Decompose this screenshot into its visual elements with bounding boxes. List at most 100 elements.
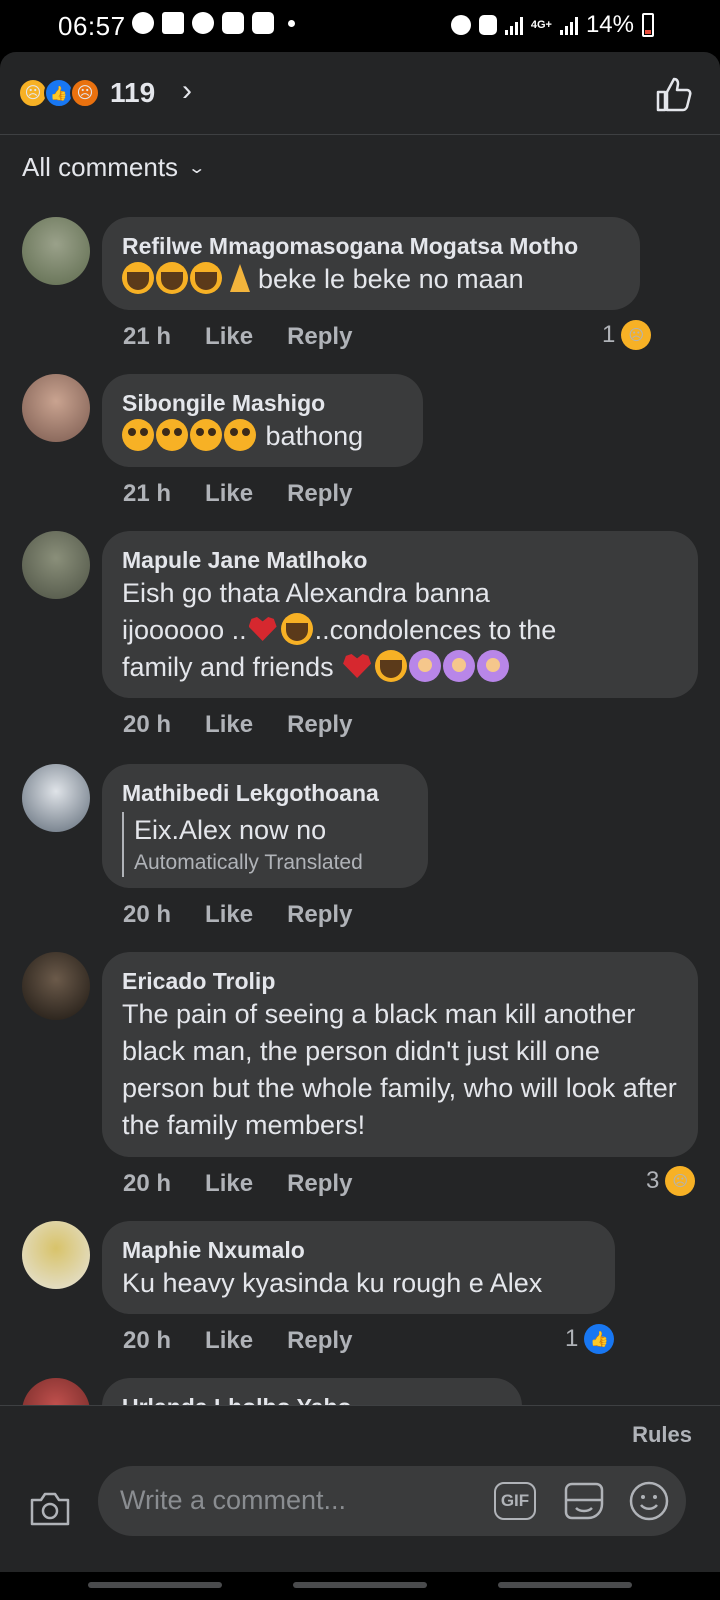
broken-heart-icon: [247, 613, 279, 645]
comment-bubble[interactable]: Refilwe Mmagomasogana Mogatsa Motho beke…: [102, 217, 640, 310]
calendar-icon: [222, 12, 244, 34]
reply-button[interactable]: Reply: [287, 711, 352, 739]
reply-button[interactable]: Reply: [287, 1170, 352, 1198]
comment-item: Maphie Nxumalo Ku heavy kyasinda ku roug…: [0, 1221, 720, 1378]
reaction-count: 1: [602, 321, 616, 348]
battery-icon: [642, 13, 654, 37]
comment-reactions[interactable]: 3 ☹: [646, 1166, 696, 1196]
comment-author[interactable]: Urlanda Lholbo Yabo: [122, 1392, 502, 1405]
comment-text: Ku heavy kyasinda ku rough e Alex: [122, 1268, 543, 1298]
comment-list: Refilwe Mmagomasogana Mogatsa Motho beke…: [0, 217, 720, 1405]
avatar[interactable]: [22, 217, 90, 285]
comment-bubble[interactable]: Ericado Trolip The pain of seeing a blac…: [102, 952, 698, 1157]
comment-composer: Write a comment... GIF: [0, 1462, 720, 1552]
comment-line: family and friends: [122, 649, 678, 686]
comment-actions: 20 h Like Reply: [123, 901, 352, 929]
comment-text: bathong: [122, 418, 403, 455]
chevron-right-icon[interactable]: ›: [182, 74, 192, 108]
comment-bubble[interactable]: Maphie Nxumalo Ku heavy kyasinda ku roug…: [102, 1221, 615, 1314]
reply-button[interactable]: Reply: [287, 323, 352, 351]
avatar[interactable]: [22, 764, 90, 832]
camera-icon[interactable]: [28, 1488, 72, 1528]
divider: [0, 1405, 720, 1406]
comment-author[interactable]: Refilwe Mmagomasogana Mogatsa Motho: [122, 231, 620, 261]
reaction-count: 3: [646, 1167, 660, 1194]
comment-author[interactable]: Maphie Nxumalo: [122, 1235, 595, 1265]
crying-emoji-icon: [375, 650, 408, 682]
rules-link[interactable]: Rules: [632, 1422, 692, 1448]
comment-input[interactable]: Write a comment... GIF: [98, 1466, 686, 1536]
avatar[interactable]: [22, 531, 90, 599]
comment-text: The pain of seeing a black man kill anot…: [122, 999, 677, 1140]
auto-translated-note[interactable]: Automatically Translated: [134, 849, 408, 877]
comment-actions: 20 h Like Reply: [123, 711, 352, 739]
like-button[interactable]: Like: [205, 711, 253, 739]
comment-time: 20 h: [123, 711, 172, 738]
comment-input-placeholder: Write a comment...: [120, 1485, 347, 1515]
comment-time: 21 h: [123, 480, 172, 507]
comment-filter[interactable]: All comments ⌄: [22, 152, 207, 183]
comment-bubble[interactable]: Mathibedi Lekgothoana Eix.Alex now no Au…: [102, 764, 428, 888]
like-button[interactable]: Like: [205, 1327, 253, 1355]
gif-button[interactable]: GIF: [494, 1482, 536, 1520]
system-nav-bar: [0, 1572, 720, 1600]
comment-author[interactable]: Ericado Trolip: [122, 966, 678, 996]
avatar[interactable]: [22, 1221, 90, 1289]
comment-text-part: ..condolences to the: [314, 615, 557, 645]
comment-bubble[interactable]: Urlanda Lholbo Yabo: [102, 1378, 522, 1405]
sync-icon: [132, 12, 154, 34]
comment-text-part: family and friends: [122, 652, 342, 682]
reaction-count: 1: [565, 1325, 579, 1352]
like-button[interactable]: Like: [205, 323, 253, 351]
comment-text: Eish go thata Alexandra banna ijoooooo .…: [122, 575, 678, 686]
avatar[interactable]: [22, 1378, 90, 1405]
comment-time: 21 h: [123, 323, 172, 350]
comment-text: Eix.Alex now no: [134, 815, 327, 845]
like-button[interactable]: Like: [205, 480, 253, 508]
comment-time: 20 h: [123, 1170, 172, 1197]
chevron-down-icon: ⌄: [187, 159, 207, 177]
reply-button[interactable]: Reply: [287, 1327, 352, 1355]
like-button[interactable]: Like: [205, 1170, 253, 1198]
reactions-header[interactable]: ☹ 👍 ☹ 119 ›: [0, 52, 720, 135]
person-gesturing-icon: [443, 650, 476, 682]
comment-item: Urlanda Lholbo Yabo: [0, 1378, 720, 1405]
comment-item: Mapule Jane Matlhoko Eish go thata Alexa…: [0, 531, 720, 764]
comment-author[interactable]: Mathibedi Lekgothoana: [122, 778, 408, 808]
translated-block: Eix.Alex now no Automatically Translated: [122, 812, 408, 877]
comment-item: Mathibedi Lekgothoana Eix.Alex now no Au…: [0, 764, 720, 952]
reply-button[interactable]: Reply: [287, 480, 352, 508]
comment-bubble[interactable]: Mapule Jane Matlhoko Eish go thata Alexa…: [102, 531, 698, 698]
pleading-emoji-icon: [122, 419, 154, 451]
comment-author[interactable]: Mapule Jane Matlhoko: [122, 545, 678, 575]
status-bar: 06:57 4G+ 14%: [0, 0, 720, 52]
like-button[interactable]: Like: [205, 901, 253, 929]
comment-reactions[interactable]: 1 👍: [565, 1324, 615, 1354]
more-notifications-icon: [288, 19, 295, 27]
emoji-icon[interactable]: [628, 1480, 670, 1522]
comment-bubble[interactable]: Sibongile Mashigo bathong: [102, 374, 423, 467]
crying-emoji-icon: [156, 262, 188, 294]
sticker-icon[interactable]: [562, 1480, 606, 1522]
comment-item: Sibongile Mashigo bathong 21 h Like Repl…: [0, 374, 720, 531]
pleading-emoji-icon: [156, 419, 188, 451]
notification-icons: [132, 12, 295, 34]
pleading-emoji-icon: [190, 419, 222, 451]
comment-text-part: ijoooooo ..: [122, 615, 247, 645]
crying-emoji-icon: [190, 262, 222, 294]
like-outline-icon[interactable]: [654, 74, 694, 114]
comment-author[interactable]: Sibongile Mashigo: [122, 388, 403, 418]
pleading-emoji-icon: [224, 419, 256, 451]
reaction-count[interactable]: 119: [110, 77, 155, 109]
reaction-icons[interactable]: ☹ 👍 ☹: [18, 78, 100, 108]
reply-button[interactable]: Reply: [287, 901, 352, 929]
comment-actions: 21 h Like Reply: [123, 480, 352, 508]
avatar[interactable]: [22, 952, 90, 1020]
network-type: 4G+: [530, 18, 552, 31]
comments-sheet: ☹ 👍 ☹ 119 › All comments ⌄ Refilwe Mmago…: [0, 52, 720, 1572]
crying-emoji-icon: [280, 613, 313, 645]
comment-time: 20 h: [123, 1327, 172, 1354]
avatar[interactable]: [22, 374, 90, 442]
comment-time: 20 h: [123, 901, 172, 928]
comment-reactions[interactable]: 1 ☹: [602, 320, 652, 350]
